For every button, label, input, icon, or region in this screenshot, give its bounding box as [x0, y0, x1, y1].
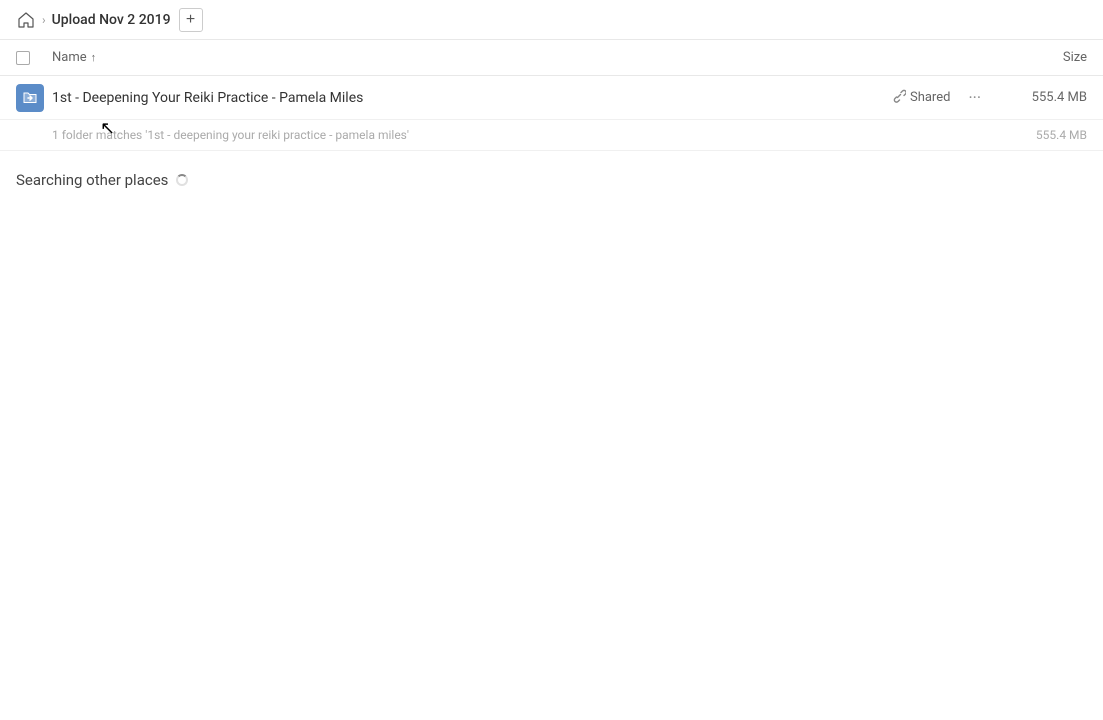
shared-label: Shared	[910, 90, 950, 105]
link-icon	[892, 89, 906, 107]
searching-title-text: Searching other places	[16, 171, 168, 189]
sort-arrow-icon: ↑	[91, 51, 97, 64]
file-icon-col	[16, 84, 52, 112]
more-options-button[interactable]: ···	[962, 86, 987, 109]
match-info-text: 1 folder matches '1st - deepening your r…	[52, 128, 409, 142]
shared-badge: Shared	[892, 89, 950, 107]
file-actions: Shared ···	[892, 86, 987, 109]
match-info-row: 1 folder matches '1st - deepening your r…	[0, 120, 1103, 151]
select-all-checkbox[interactable]	[16, 51, 30, 65]
loading-spinner	[176, 174, 188, 186]
column-header: Name ↑ Size	[0, 40, 1103, 76]
folder-link-icon	[16, 84, 44, 112]
breadcrumb-separator: ›	[42, 13, 46, 27]
searching-title: Searching other places	[16, 171, 1087, 189]
add-button[interactable]: +	[179, 8, 203, 32]
name-column-header[interactable]: Name ↑	[52, 50, 987, 65]
size-column-header[interactable]: Size	[987, 50, 1087, 65]
top-bar: › Upload Nov 2 2019 +	[0, 0, 1103, 40]
file-name: 1st - Deepening Your Reiki Practice - Pa…	[52, 90, 892, 106]
select-all-checkbox-col	[16, 51, 52, 65]
file-size: 555.4 MB	[987, 90, 1087, 105]
match-info-size: 555.4 MB	[1036, 128, 1087, 142]
breadcrumb-title: Upload Nov 2 2019	[52, 12, 171, 28]
file-row[interactable]: 1st - Deepening Your Reiki Practice - Pa…	[0, 76, 1103, 120]
searching-section: Searching other places	[0, 151, 1103, 209]
name-label: Name	[52, 50, 87, 65]
home-icon[interactable]	[16, 10, 36, 30]
